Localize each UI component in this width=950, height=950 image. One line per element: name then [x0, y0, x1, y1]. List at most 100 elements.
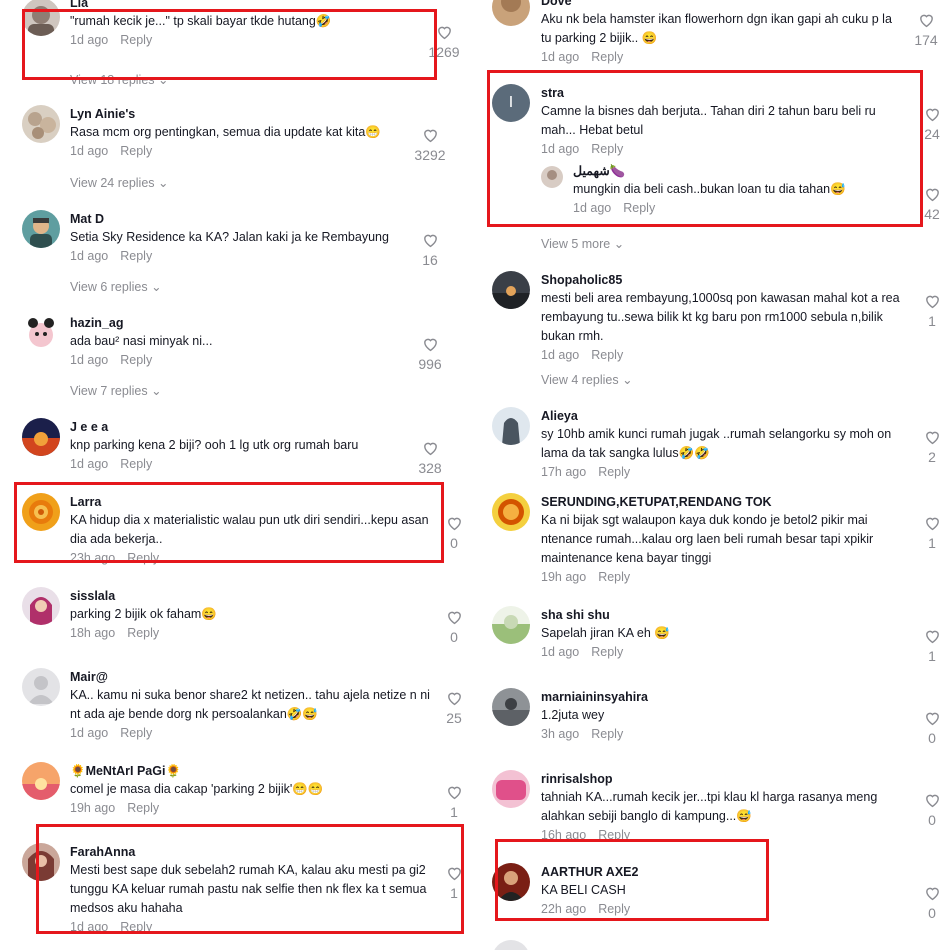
heart-icon: [447, 786, 461, 800]
reply-button[interactable]: Reply: [598, 570, 630, 584]
avatar[interactable]: [22, 762, 60, 800]
avatar[interactable]: [22, 668, 60, 706]
like-button[interactable]: 0: [910, 792, 950, 828]
reply-button[interactable]: Reply: [591, 645, 623, 659]
like-count: 2: [928, 449, 936, 465]
like-button[interactable]: 0: [910, 885, 950, 921]
like-count: 174: [914, 32, 938, 48]
heart-icon: [925, 887, 939, 901]
view-replies-link[interactable]: View 4 replies ⌄: [541, 372, 633, 387]
comment-time: 1d ago: [541, 50, 580, 64]
comment-text: Sapelah jiran KA eh 😅: [541, 626, 670, 640]
comment-username[interactable]: Lyn Ainie's: [70, 105, 430, 123]
like-button[interactable]: 1: [910, 293, 950, 329]
avatar[interactable]: [22, 105, 60, 143]
comment-username[interactable]: J e e a: [70, 418, 430, 436]
like-button[interactable]: 25: [432, 690, 476, 726]
comment-username[interactable]: SERUNDING,KETUPAT,RENDANG TOK: [541, 493, 901, 511]
avatar[interactable]: [22, 418, 60, 456]
comment-time: 19h ago: [541, 570, 587, 584]
like-count: 328: [418, 460, 442, 476]
comments-column-left: Lia "rumah kecik je..." tp skali bayar t…: [0, 0, 462, 950]
comment-username[interactable]: sha shi shu: [541, 606, 901, 624]
comment-username[interactable]: Shopaholic85: [541, 271, 901, 289]
reply-button[interactable]: Reply: [591, 50, 623, 64]
comment-time: 18h ago: [70, 626, 116, 640]
comment-time: 1d ago: [541, 348, 580, 362]
heart-icon: [423, 338, 437, 352]
like-count: 25: [446, 710, 462, 726]
reply-button[interactable]: Reply: [591, 727, 623, 741]
avatar[interactable]: [22, 210, 60, 248]
like-button[interactable]: 16: [408, 232, 452, 268]
comment-username[interactable]: Alieya: [541, 407, 901, 425]
highlight-box: [22, 9, 437, 80]
avatar[interactable]: [492, 493, 530, 531]
like-button[interactable]: 996: [408, 336, 452, 372]
like-count: 0: [450, 629, 458, 645]
view-replies-link[interactable]: View 7 replies ⌄: [70, 383, 162, 398]
like-count: 16: [422, 252, 438, 268]
avatar[interactable]: [492, 940, 530, 950]
comment-text: tahniah KA...rumah kecik jer...tpi klau …: [541, 790, 878, 823]
comment-text: parking 2 bijik ok faham😄: [70, 607, 217, 621]
comment-time: 1d ago: [70, 144, 109, 158]
like-button[interactable]: 0: [432, 609, 476, 645]
like-count: 0: [928, 812, 936, 828]
like-button[interactable]: 2: [910, 429, 950, 465]
reply-button[interactable]: Reply: [120, 726, 152, 740]
heart-icon: [447, 611, 461, 625]
highlight-box: [487, 70, 923, 227]
comment-text: Setia Sky Residence ka KA? Jalan kaki ja…: [70, 230, 389, 244]
avatar[interactable]: [22, 587, 60, 625]
comment-username[interactable]: Mair@: [70, 668, 430, 686]
like-button[interactable]: 328: [408, 440, 452, 476]
highlight-box: [14, 482, 444, 563]
like-count: 996: [418, 356, 442, 372]
like-count: 0: [928, 905, 936, 921]
comment-time: 19h ago: [70, 801, 116, 815]
reply-button[interactable]: Reply: [120, 144, 152, 158]
view-replies-link[interactable]: View 6 replies ⌄: [70, 279, 162, 294]
comment-time: 1d ago: [70, 249, 109, 263]
heart-icon: [925, 295, 939, 309]
like-button[interactable]: 1: [910, 515, 950, 551]
comment-username[interactable]: 🌻MeNtArI PaGi🌻: [70, 762, 430, 780]
reply-button[interactable]: Reply: [127, 626, 159, 640]
comment-username[interactable]: sisslala: [70, 587, 430, 605]
reply-button[interactable]: Reply: [591, 348, 623, 362]
comment-time: 17h ago: [541, 465, 587, 479]
like-count: 1: [928, 535, 936, 551]
comment-username[interactable]: Mat D: [70, 210, 430, 228]
avatar[interactable]: [492, 606, 530, 644]
reply-button[interactable]: Reply: [120, 457, 152, 471]
like-count: 24: [924, 126, 940, 142]
avatar[interactable]: [492, 770, 530, 808]
heart-icon: [447, 692, 461, 706]
avatar[interactable]: [492, 688, 530, 726]
view-more-link[interactable]: View 5 more ⌄: [541, 236, 624, 251]
comment-username[interactable]: hazin_ag: [70, 314, 430, 332]
like-button[interactable]: 174: [904, 12, 948, 48]
comment-username[interactable]: marniaininsyahira: [541, 688, 901, 706]
comment-username[interactable]: rinrisalshop: [541, 770, 901, 788]
view-replies-link[interactable]: View 24 replies ⌄: [70, 175, 169, 190]
avatar[interactable]: [492, 271, 530, 309]
reply-button[interactable]: Reply: [120, 353, 152, 367]
comment-text: Aku nk bela hamster ikan flowerhorn dgn …: [541, 12, 892, 45]
like-button[interactable]: 3292: [408, 127, 452, 163]
heart-icon: [437, 26, 451, 40]
heart-icon: [423, 234, 437, 248]
avatar[interactable]: [492, 407, 530, 445]
like-button[interactable]: 1: [910, 628, 950, 664]
comment-username[interactable]: Dove: [541, 0, 901, 10]
reply-button[interactable]: Reply: [120, 249, 152, 263]
heart-icon: [919, 14, 933, 28]
avatar[interactable]: [492, 0, 530, 26]
avatar[interactable]: [22, 314, 60, 352]
reply-button[interactable]: Reply: [127, 801, 159, 815]
reply-button[interactable]: Reply: [598, 465, 630, 479]
like-button[interactable]: 0: [910, 710, 950, 746]
like-button[interactable]: 1: [432, 784, 476, 820]
heart-icon: [925, 517, 939, 531]
